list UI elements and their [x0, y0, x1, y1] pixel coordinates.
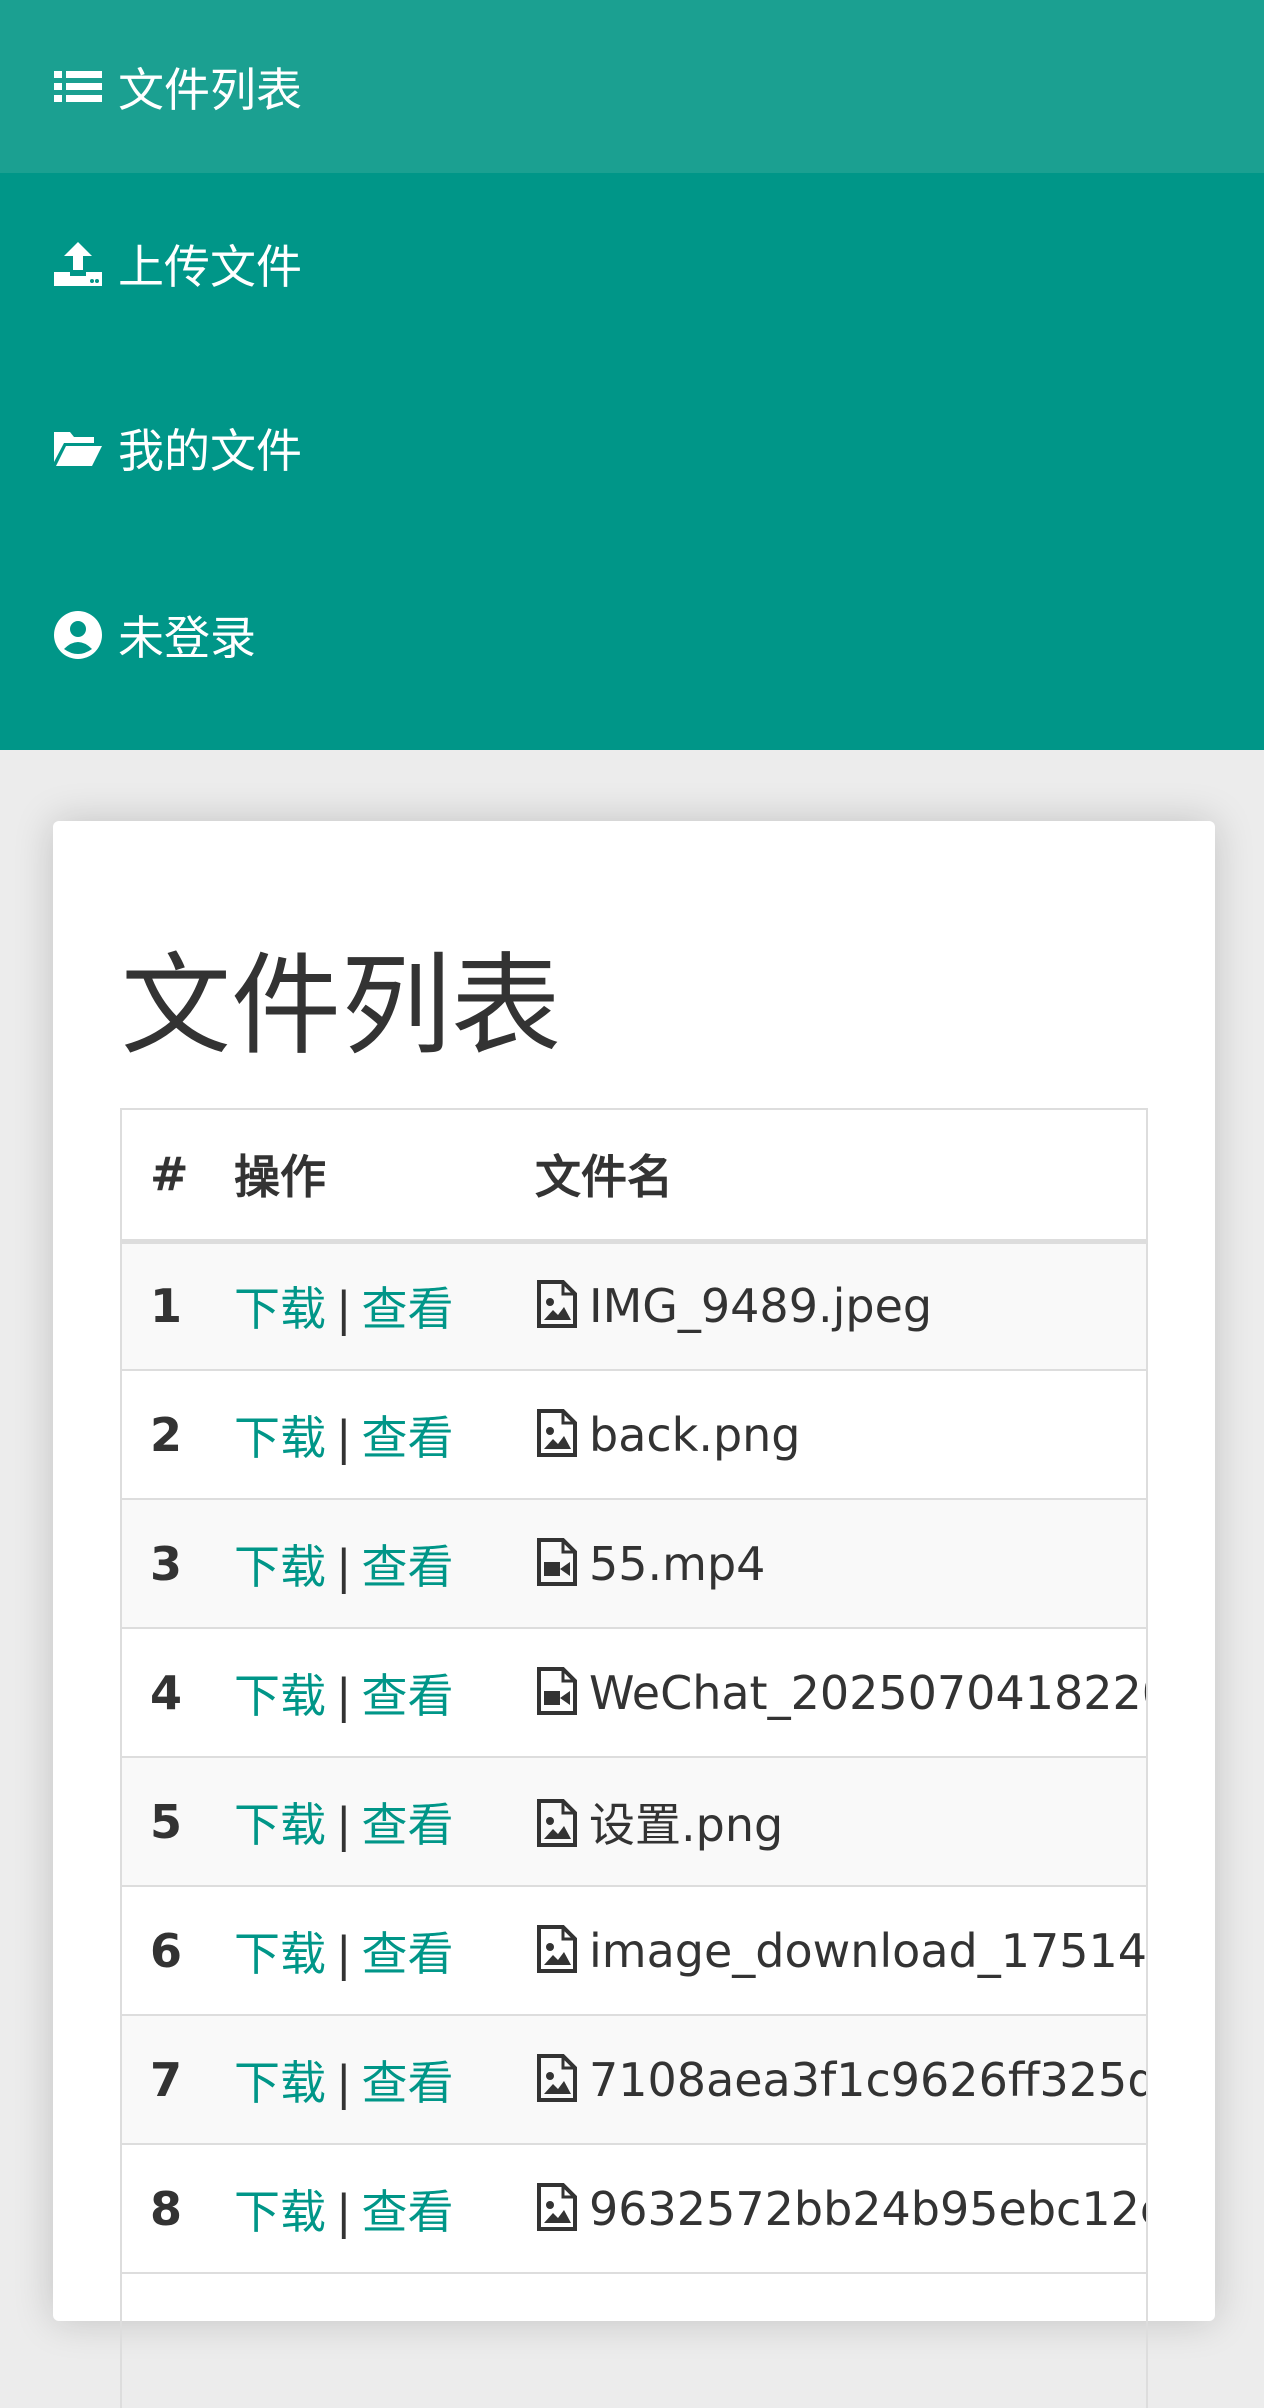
download-link[interactable]: 下载 — [234, 1411, 326, 1465]
file-image-icon — [535, 1924, 579, 1973]
row-filename: 7108aea3f1c9626ff325d6 — [535, 2015, 1148, 2145]
file-image-icon — [535, 1408, 579, 1457]
row-number: 8 — [122, 2144, 234, 2274]
row-filename: IMG_9489.jpeg — [535, 1241, 1146, 1371]
download-link[interactable]: 下载 — [234, 1669, 326, 1723]
download-link[interactable]: 下载 — [234, 2185, 326, 2239]
row-number: 1 — [122, 1241, 234, 1371]
row-actions: 下载 | 查看 — [234, 1886, 535, 2016]
download-link[interactable]: 下载 — [234, 1927, 326, 1981]
download-link[interactable]: 下载 — [234, 1540, 326, 1594]
row-actions: 下载 | 查看 — [234, 1757, 535, 1887]
row-number: 2 — [122, 1370, 234, 1500]
nav-item-label: 上传文件 — [118, 240, 302, 294]
view-link[interactable]: 查看 — [362, 1282, 454, 1336]
action-separator: | — [336, 1668, 352, 1723]
row-actions: 下载 | 查看 — [234, 1370, 535, 1500]
view-link[interactable]: 查看 — [362, 2056, 454, 2110]
row-filename: 设置.png — [535, 1757, 1146, 1887]
row-filename: 55.mp4 — [535, 1499, 1146, 1629]
header-number: # — [122, 1110, 234, 1244]
nav-item-upload[interactable]: 上传文件 — [0, 173, 1264, 347]
row-filename: 9632572bb24b95ebc12e0 — [535, 2144, 1148, 2274]
filename-text: IMG_9489.jpeg — [589, 1279, 933, 1334]
view-link[interactable]: 查看 — [362, 1798, 454, 1852]
filename-text: 7108aea3f1c9626ff325d6 — [589, 2052, 1148, 2107]
upload-icon — [52, 238, 104, 290]
download-link[interactable]: 下载 — [234, 2056, 326, 2110]
file-list-card: 文件列表 # 操作 文件名 1 下载 | 查看 IMG_9489.jpeg 2 下载 | 查看 b… — [53, 821, 1215, 2408]
row-number: 7 — [122, 2015, 234, 2145]
view-link[interactable]: 查看 — [362, 1411, 454, 1465]
nav-brand-file-list[interactable]: 文件列表 — [0, 0, 1264, 173]
nav-brand-label: 文件列表 — [118, 62, 302, 117]
page-title: 文件列表 — [121, 942, 561, 1070]
action-separator: | — [336, 1282, 352, 1337]
row-filename: back.png — [535, 1370, 1146, 1500]
table-row: 2 下载 | 查看 back.png — [122, 1370, 1146, 1500]
file-table: # 操作 文件名 1 下载 | 查看 IMG_9489.jpeg 2 下载 | 查看 back.p… — [122, 1110, 1148, 2274]
filename-text: 55.mp4 — [589, 1536, 766, 1591]
file-image-icon — [535, 2182, 579, 2231]
top-nav: 文件列表 上传文件 我的文件 未登录 — [0, 0, 1264, 750]
table-header-row: # 操作 文件名 — [122, 1110, 1146, 1244]
action-separator: | — [336, 1926, 352, 1981]
file-video-icon — [535, 1537, 579, 1586]
row-actions: 下载 | 查看 — [234, 1241, 535, 1371]
folder-open-icon — [52, 422, 104, 474]
row-number: 6 — [122, 1886, 234, 2016]
file-image-icon — [535, 1798, 579, 1847]
nav-item-label: 我的文件 — [118, 424, 302, 478]
row-actions: 下载 | 查看 — [234, 2015, 535, 2145]
download-link[interactable]: 下载 — [234, 1798, 326, 1852]
table-row: 4 下载 | 查看 WeChat_20250704182206 — [122, 1628, 1148, 1758]
row-number: 5 — [122, 1757, 234, 1887]
view-link[interactable]: 查看 — [362, 1540, 454, 1594]
file-table-container[interactable]: # 操作 文件名 1 下载 | 查看 IMG_9489.jpeg 2 下载 | 查看 back.p… — [120, 1108, 1148, 2408]
view-link[interactable]: 查看 — [362, 1669, 454, 1723]
table-row: 3 下载 | 查看 55.mp4 — [122, 1499, 1146, 1629]
table-row: 8 下载 | 查看 9632572bb24b95ebc12e0 — [122, 2144, 1148, 2274]
filename-text: image_download_1751438 — [589, 1923, 1148, 1978]
row-number: 4 — [122, 1628, 234, 1758]
action-separator: | — [336, 2184, 352, 2239]
action-separator: | — [336, 1410, 352, 1465]
nav-item-login-status[interactable]: 未登录 — [0, 549, 1264, 750]
user-circle-icon — [52, 609, 104, 661]
row-actions: 下载 | 查看 — [234, 1499, 535, 1629]
download-link[interactable]: 下载 — [234, 1282, 326, 1336]
file-image-icon — [535, 2053, 579, 2102]
view-link[interactable]: 查看 — [362, 2185, 454, 2239]
table-row: 6 下载 | 查看 image_download_1751438 — [122, 1886, 1148, 2016]
file-video-icon — [535, 1666, 579, 1715]
nav-item-my-files[interactable]: 我的文件 — [0, 347, 1264, 549]
filename-text: 设置.png — [589, 1797, 784, 1852]
action-separator: | — [336, 1797, 352, 1852]
header-actions: 操作 — [234, 1110, 535, 1244]
row-actions: 下载 | 查看 — [234, 1628, 535, 1758]
list-icon — [52, 61, 104, 113]
row-filename: image_download_1751438 — [535, 1886, 1148, 2016]
row-filename: WeChat_20250704182206 — [535, 1628, 1148, 1758]
table-row: 1 下载 | 查看 IMG_9489.jpeg — [122, 1241, 1146, 1371]
action-separator: | — [336, 2055, 352, 2110]
filename-text: back.png — [589, 1407, 801, 1462]
file-image-icon — [535, 1280, 579, 1329]
filename-text: WeChat_20250704182206 — [589, 1665, 1148, 1720]
nav-item-label: 未登录 — [118, 610, 256, 665]
view-link[interactable]: 查看 — [362, 1927, 454, 1981]
header-filename: 文件名 — [535, 1110, 1146, 1244]
row-actions: 下载 | 查看 — [234, 2144, 535, 2274]
table-row: 5 下载 | 查看 设置.png — [122, 1757, 1146, 1887]
row-number: 3 — [122, 1499, 234, 1629]
filename-text: 9632572bb24b95ebc12e0 — [589, 2181, 1148, 2236]
table-row: 7 下载 | 查看 7108aea3f1c9626ff325d6 — [122, 2015, 1148, 2145]
action-separator: | — [336, 1539, 352, 1594]
